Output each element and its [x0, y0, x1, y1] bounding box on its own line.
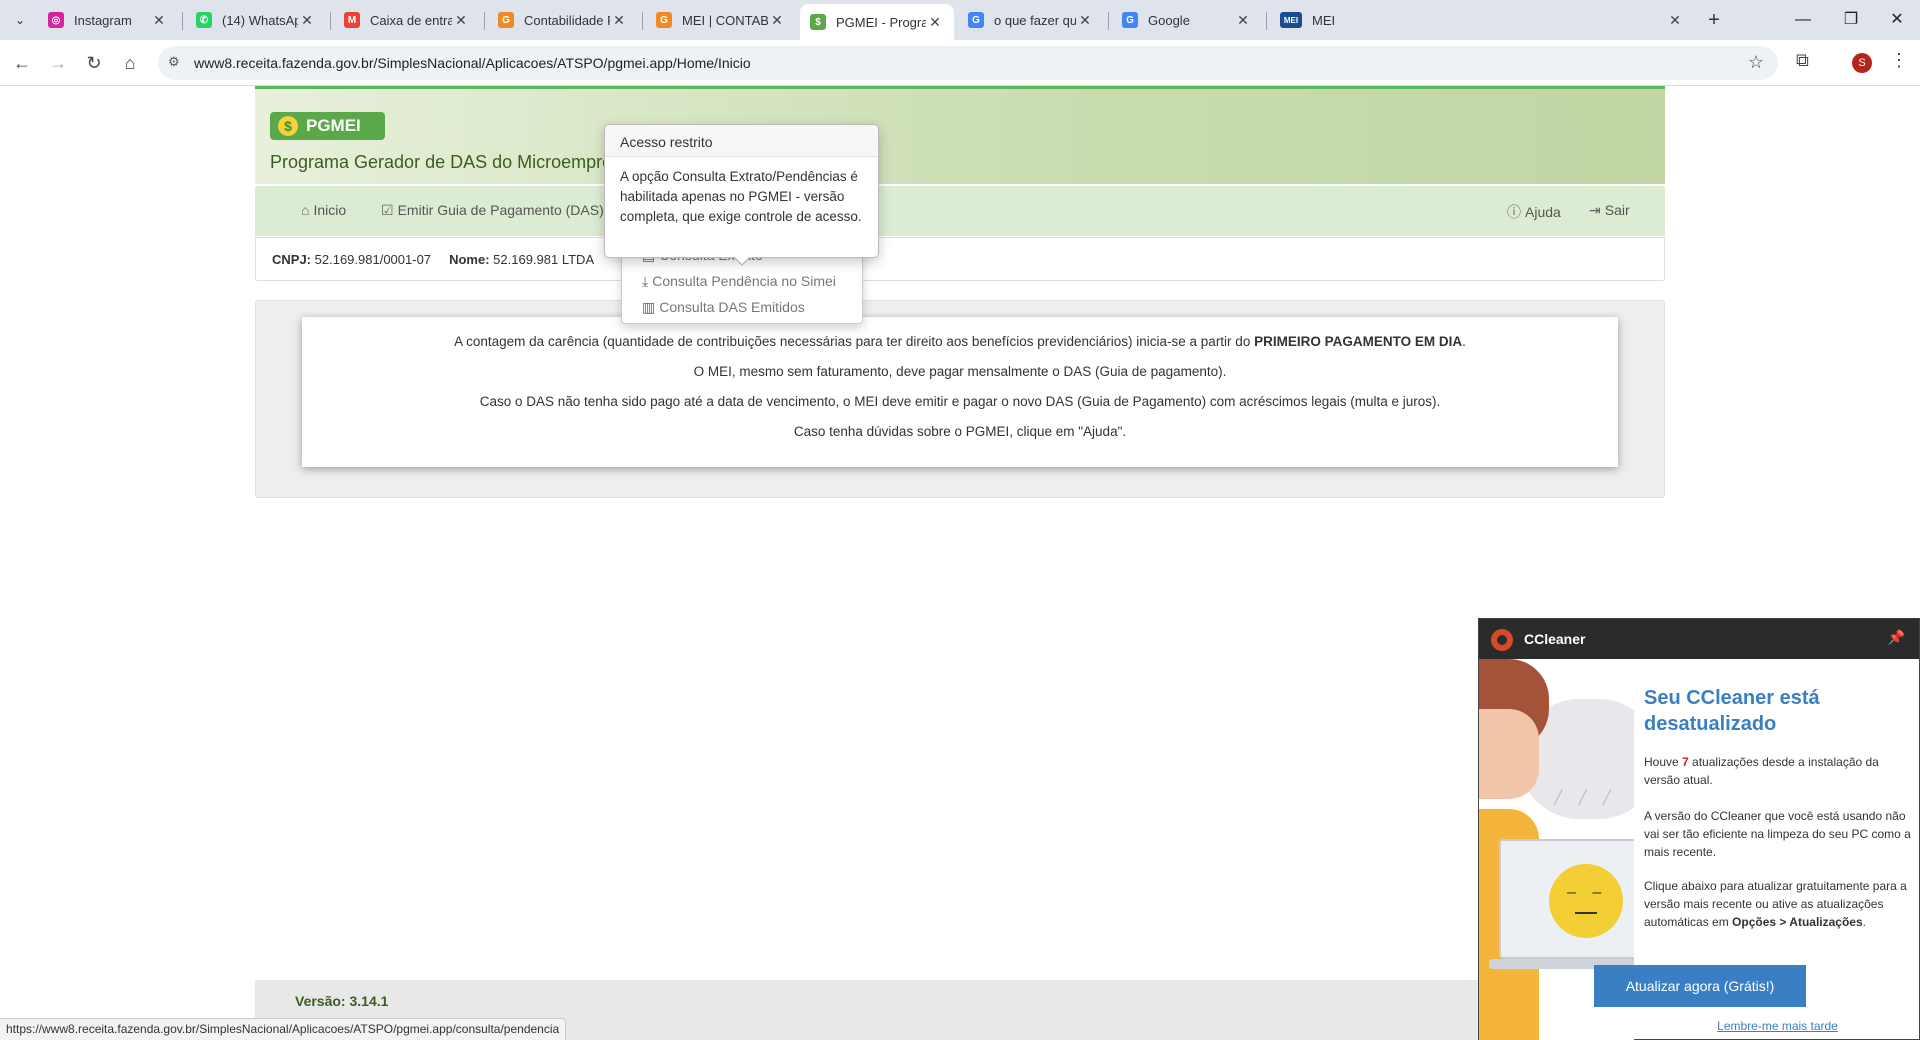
tab-gmail[interactable]: M Caixa de entrada (9) - ✕ — [334, 4, 480, 36]
minimize-icon[interactable]: — — [1780, 0, 1826, 40]
nav-emitir-guia[interactable]: ☑ Emitir Guia de Pagamento (DAS) — [381, 202, 604, 219]
download-icon: ⤓ — [642, 273, 649, 289]
tab-search-chevron-icon[interactable]: ⌄ — [8, 8, 32, 32]
main-navbar: ⌂ Inicio ☑ Emitir Guia de Pagamento (DAS) … — [255, 186, 1665, 236]
site-info-icon[interactable]: ⚙ — [168, 54, 180, 70]
instagram-icon: ◎ — [48, 12, 64, 28]
nav-inicio[interactable]: ⌂ Inicio — [301, 202, 346, 218]
tab-google-search[interactable]: G o que fazer quando f ✕ — [958, 4, 1104, 36]
forward-arrow-icon[interactable]: → — [44, 49, 72, 77]
reload-icon[interactable]: ↻ — [80, 49, 108, 77]
tab-separator — [1108, 12, 1109, 30]
notice-line-3: Caso o DAS não tenha sido pago até a dat… — [479, 394, 1441, 409]
tab-separator — [1266, 12, 1267, 30]
remind-later-link[interactable]: Lembre-me mais tarde — [1634, 1019, 1920, 1033]
tab-mei[interactable]: MEI MEI ✕ — [1270, 4, 1694, 36]
sad-face-icon — [1549, 864, 1623, 938]
home-icon[interactable]: ⌂ — [116, 49, 144, 77]
link-status-bar: https://www8.receita.fazenda.gov.br/Simp… — [0, 1018, 567, 1040]
extensions-puzzle-icon[interactable]: ⧉ — [1796, 50, 1809, 71]
version-label: Versão: 3.14.1 — [295, 993, 389, 1009]
ccleaner-logo-icon — [1491, 629, 1513, 651]
whatsapp-icon: ✆ — [196, 12, 212, 28]
close-tab-icon[interactable]: ✕ — [1234, 12, 1252, 29]
ccleaner-instructions: Clique abaixo para atualizar gratuitamen… — [1644, 879, 1907, 929]
tab-whatsapp[interactable]: ✆ (14) WhatsApp ✕ — [186, 4, 326, 36]
back-arrow-icon[interactable]: ← — [8, 49, 36, 77]
tab-separator — [484, 12, 485, 30]
browser-tab-bar: ⌄ ◎ Instagram ✕ ✆ (14) WhatsApp ✕ M Caix… — [0, 0, 1920, 40]
check-square-icon: ☑ — [381, 202, 394, 218]
cnpj-value: 52.169.981/0001-07 — [314, 252, 432, 267]
close-tab-icon[interactable]: ✕ — [926, 14, 944, 31]
restricted-access-popover: Acesso restrito A opção Consulta Extrato… — [604, 124, 879, 266]
popover-title: Acesso restrito — [605, 125, 878, 157]
mei-favicon-icon: MEI — [1280, 12, 1302, 28]
dollar-coin-icon: $ — [278, 116, 298, 136]
notice-box: A contagem da carência (quantidade de co… — [302, 317, 1618, 467]
close-tab-icon[interactable]: ✕ — [610, 12, 628, 29]
tab-instagram[interactable]: ◎ Instagram ✕ — [38, 4, 178, 36]
pgmei-logo[interactable]: $ PGMEI — [270, 112, 385, 140]
site-favicon-icon: G — [656, 12, 672, 28]
tab-contabilidade-facilita[interactable]: G Contabilidade Facilita ✕ — [488, 4, 638, 36]
bookmark-star-icon[interactable]: ☆ — [1748, 52, 1764, 73]
close-tab-icon[interactable]: ✕ — [150, 12, 168, 29]
restore-icon[interactable]: ❐ — [1828, 0, 1874, 40]
site-favicon-icon: G — [498, 12, 514, 28]
popover-arrow — [733, 256, 751, 266]
ccleaner-header: CCleaner 📌 — [1479, 619, 1919, 659]
notice-line-1: A contagem da carência (quantidade de co… — [454, 334, 1466, 349]
close-tab-icon[interactable]: ✕ — [1076, 12, 1094, 29]
browser-menu-icon[interactable]: ⋮ — [1890, 50, 1908, 71]
pgmei-favicon-icon: $ — [810, 14, 826, 30]
barcode-icon: ▥ — [642, 299, 656, 315]
nome-value: 52.169.981 LTDA — [493, 252, 595, 267]
gmail-icon: M — [344, 12, 360, 28]
browser-toolbar: ← → ↻ ⌂ ⚙ www8.receita.fazenda.gov.br/Si… — [0, 40, 1920, 86]
popover-body: A opção Consulta Extrato/Pendências é ha… — [620, 169, 862, 224]
close-tab-icon[interactable]: ✕ — [768, 12, 786, 29]
pin-icon[interactable]: 📌 — [1888, 629, 1905, 646]
menu-item-consulta-pendencia[interactable]: ⤓ Consulta Pendência no Simei — [642, 273, 836, 290]
menu-item-consulta-das-emitidos[interactable]: ▥ Consulta DAS Emitidos — [642, 299, 805, 316]
close-tab-icon[interactable]: ✕ — [1666, 12, 1684, 29]
notice-line-2: O MEI, mesmo sem faturamento, deve pagar… — [693, 364, 1227, 379]
home-icon: ⌂ — [301, 202, 310, 218]
tab-mei-contabilidade[interactable]: G MEI | CONTABILIDADE ✕ — [646, 4, 796, 36]
nav-sair[interactable]: ⇥ Sair — [1589, 202, 1630, 219]
tab-pgmei[interactable]: $ PGMEI - Programa Ge ✕ — [800, 4, 954, 40]
tab-google[interactable]: G Google ✕ — [1112, 4, 1262, 36]
page-subtitle: Programa Gerador de DAS do Microempreend… — [270, 152, 610, 172]
tab-separator — [330, 12, 331, 30]
ccleaner-title: Seu CCleaner está desatualizado — [1644, 687, 1820, 735]
google-icon: G — [1122, 12, 1138, 28]
update-now-button[interactable]: Atualizar agora (Grátis!) — [1594, 965, 1806, 1007]
rain-drops-icon: ╱ ╱ ╱ — [1554, 789, 1618, 805]
notice-line-4: Caso tenha dúvidas sobre o PGMEI, clique… — [793, 424, 1127, 439]
new-tab-plus-icon[interactable]: + — [1700, 6, 1728, 34]
close-tab-icon[interactable]: ✕ — [298, 12, 316, 29]
google-icon: G — [968, 12, 984, 28]
close-window-icon[interactable]: ✕ — [1874, 0, 1920, 40]
sign-out-icon: ⇥ — [1589, 202, 1601, 218]
nav-ajuda[interactable]: ⓘ Ajuda — [1507, 202, 1561, 222]
ccleaner-updates-count: Houve 7 atualizações desde a instalação … — [1644, 755, 1879, 787]
tab-separator — [642, 12, 643, 30]
profile-avatar[interactable]: S — [1852, 53, 1872, 73]
info-circle-icon: ⓘ — [1507, 204, 1521, 220]
ccleaner-notification: CCleaner 📌 ╱ ╱ ╱ Seu CCleaner está desat… — [1478, 618, 1920, 1040]
address-bar[interactable]: ⚙ www8.receita.fazenda.gov.br/SimplesNac… — [158, 46, 1778, 80]
taxpayer-info-bar: CNPJ: 52.169.981/0001-07 Nome: 52.169.98… — [255, 237, 1665, 281]
url-text[interactable]: www8.receita.fazenda.gov.br/SimplesNacio… — [194, 55, 751, 71]
ccleaner-efficiency-text: A versão do CCleaner que você está usand… — [1644, 809, 1911, 859]
tab-separator — [182, 12, 183, 30]
taxpayer-info: CNPJ: 52.169.981/0001-07 Nome: 52.169.98… — [272, 252, 595, 267]
close-tab-icon[interactable]: ✕ — [452, 12, 470, 29]
